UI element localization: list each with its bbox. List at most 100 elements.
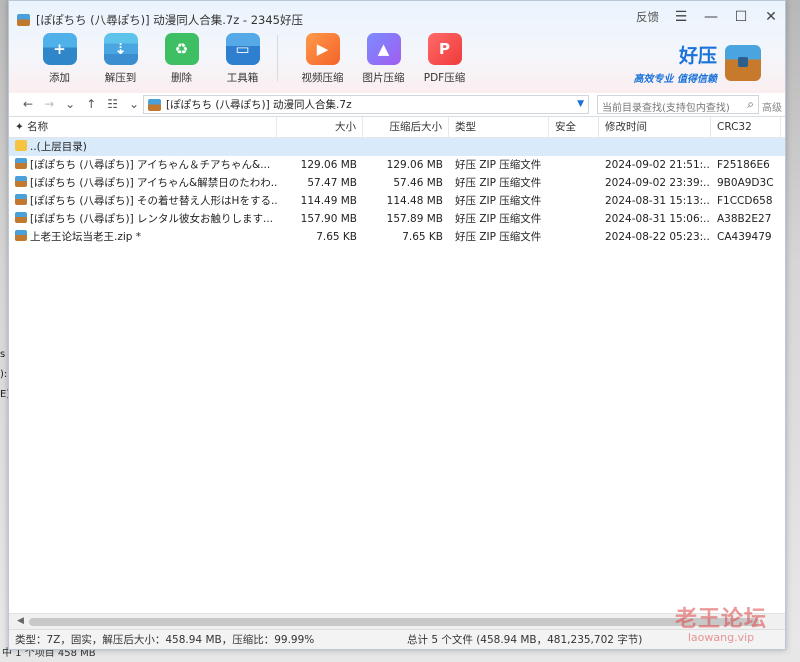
- extra-cell: L: [781, 156, 785, 174]
- scrollbar-thumb[interactable]: [29, 618, 759, 626]
- zip-file-icon: [15, 194, 27, 205]
- modified-cell: 2024-09-02 21:51:...: [605, 159, 711, 171]
- table-row[interactable]: ..(上层目录): [9, 138, 785, 156]
- type-cell: 好压 ZIP 压缩文件: [455, 213, 542, 225]
- brand-name: 好压: [678, 45, 717, 67]
- close-icon[interactable]: ✕: [763, 9, 779, 25]
- file-name-cell: [ぽぽちち (八尋ぽち)] アイちゃん&解禁日のたわわ...: [9, 174, 277, 192]
- crc-cell: F25186E6: [717, 159, 770, 171]
- brand-block: 好压 高效专业 值得信赖: [634, 41, 761, 85]
- file-total-status: 总计 5 个文件 (458.94 MB，481,235,702 字节): [407, 634, 643, 646]
- add-button[interactable]: + 添加: [29, 33, 90, 85]
- up-arrow-icon[interactable]: ↑: [86, 97, 96, 111]
- type-cell: 好压 ZIP 压缩文件: [455, 231, 542, 243]
- watermark-url: laowang.vip: [687, 631, 755, 644]
- packed-size-cell: 114.48 MB: [386, 195, 443, 207]
- file-list: ..(上层目录) [ぽぽちち (八尋ぽち)] アイちゃん＆チアちゃん&... 1…: [9, 138, 785, 246]
- toolbar-divider: [277, 35, 278, 81]
- column-header-type[interactable]: 类型: [449, 117, 549, 138]
- zip-file-icon: [15, 212, 27, 223]
- archive-window: [ぽぽちち (八尋ぽち)] 动漫同人合集.7z - 2345好压 反馈 ☰ — …: [8, 0, 786, 650]
- toolbox-icon: ▭: [225, 33, 260, 65]
- advanced-search-link[interactable]: 高级: [762, 99, 782, 114]
- search-input[interactable]: 当前目录查找(支持包内查找) ⌕: [597, 95, 759, 114]
- toolbox-button[interactable]: ▭ 工具箱: [212, 33, 273, 85]
- horizontal-scrollbar[interactable]: ◀: [9, 613, 785, 629]
- brand-logo-icon: [725, 45, 761, 81]
- add-archive-icon: +: [42, 33, 77, 65]
- pdf-compress-icon: P: [427, 33, 462, 65]
- zip-file-icon: [15, 158, 27, 169]
- brand-slogan: 高效专业 值得信赖: [633, 74, 717, 85]
- add-label: 添加: [49, 72, 70, 84]
- folder-icon: [15, 140, 27, 151]
- delete-icon: ♻: [164, 33, 199, 65]
- window-title: [ぽぽちち (八尋ぽち)] 动漫同人合集.7z - 2345好压: [17, 12, 303, 28]
- size-cell: 57.47 MB: [307, 177, 357, 189]
- column-header-packed-size[interactable]: 压缩后大小: [363, 117, 449, 138]
- maximize-icon[interactable]: ☐: [733, 9, 749, 25]
- type-cell: 好压 ZIP 压缩文件: [455, 195, 542, 207]
- file-name-cell: [ぽぽちち (八尋ぽち)] アイちゃん＆チアちゃん&...: [9, 156, 277, 174]
- table-row[interactable]: [ぽぽちち (八尋ぽち)] その着せ替え人形はHをする... 114.49 MB…: [9, 192, 785, 210]
- status-bar: 类型：7Z，固实，解压后大小：458.94 MB，压缩比：99.99% 总计 5…: [9, 629, 785, 649]
- column-header-size[interactable]: 大小: [277, 117, 363, 138]
- column-header-name[interactable]: ✦ 名称: [9, 117, 277, 138]
- type-cell: 好压 ZIP 压缩文件: [455, 159, 542, 171]
- extract-label: 解压到: [104, 72, 137, 84]
- video-compress-icon: ▶: [305, 33, 340, 65]
- extra-cell: L: [781, 210, 785, 228]
- zip-file-icon: [15, 176, 27, 187]
- table-row[interactable]: [ぽぽちち (八尋ぽち)] アイちゃん＆チアちゃん&... 129.06 MB …: [9, 156, 785, 174]
- forward-arrow-icon[interactable]: →: [44, 97, 54, 111]
- delete-button[interactable]: ♻ 删除: [151, 33, 212, 85]
- video-compress-label: 视频压缩: [301, 72, 344, 84]
- file-name-cell: 上老王论坛当老王.zip *: [9, 228, 277, 246]
- path-field[interactable]: [ぽぽちち (八尋ぽち)] 动漫同人合集.7z ▼: [143, 95, 589, 114]
- address-bar: ← → ⌄ ↑ ☷ ⌄ [ぽぽちち (八尋ぽち)] 动漫同人合集.7z ▼ 当前…: [9, 93, 785, 117]
- table-row[interactable]: [ぽぽちち (八尋ぽち)] アイちゃん&解禁日のたわわ... 57.47 MB …: [9, 174, 785, 192]
- packed-size-cell: 157.89 MB: [386, 213, 443, 225]
- packed-size-cell: 129.06 MB: [386, 159, 443, 171]
- archive-path-icon: [148, 98, 161, 111]
- column-header-crc32[interactable]: CRC32: [711, 117, 781, 138]
- scroll-left-icon[interactable]: ◀: [17, 616, 24, 626]
- path-text: [ぽぽちち (八尋ぽち)] 动漫同人合集.7z: [166, 99, 352, 111]
- archive-app-icon: [17, 14, 30, 26]
- minimize-icon[interactable]: —: [703, 9, 719, 25]
- crc-cell: CA439479: [717, 231, 772, 243]
- image-compress-button[interactable]: ▲ 图片压缩: [353, 33, 414, 85]
- view-mode-icon[interactable]: ☷: [107, 97, 118, 111]
- pdf-compress-button[interactable]: P PDF压缩: [414, 33, 475, 85]
- title-bar: [ぽぽちち (八尋ぽち)] 动漫同人合集.7z - 2345好压 反馈 ☰ — …: [9, 1, 785, 93]
- image-compress-label: 图片压缩: [362, 72, 405, 84]
- column-header-modified[interactable]: 修改时间: [599, 117, 711, 138]
- column-header-extra[interactable]: L: [781, 117, 785, 138]
- column-header-safety[interactable]: 安全: [549, 117, 599, 138]
- nav-buttons: ← → ⌄ ↑ ☷ ⌄: [23, 97, 139, 111]
- pdf-compress-label: PDF压缩: [423, 72, 466, 84]
- table-row[interactable]: 上老王论坛当老王.zip * 7.65 KB 7.65 KB 好压 ZIP 压缩…: [9, 228, 785, 246]
- archive-info-status: 类型：7Z，固实，解压后大小：458.94 MB，压缩比：99.99%: [15, 634, 315, 646]
- menu-icon[interactable]: ☰: [673, 9, 689, 25]
- packed-size-cell: 57.46 MB: [393, 177, 443, 189]
- view-dropdown-icon[interactable]: ⌄: [129, 97, 139, 111]
- extract-icon: ⇣: [103, 33, 138, 65]
- feedback-link[interactable]: 反馈: [636, 9, 659, 25]
- crc-cell: 9B0A9D3C: [717, 177, 774, 189]
- packed-size-cell: 7.65 KB: [402, 231, 443, 243]
- path-dropdown-icon[interactable]: ▼: [577, 99, 584, 109]
- table-row[interactable]: [ぽぽちち (八尋ぽち)] レンタル彼女お触りします... 157.90 MB …: [9, 210, 785, 228]
- video-compress-button[interactable]: ▶ 视频压缩: [292, 33, 353, 85]
- file-list-header: ✦ 名称 大小 压缩后大小 类型 安全 修改时间 CRC32 L: [9, 117, 785, 138]
- history-dropdown-icon[interactable]: ⌄: [65, 97, 75, 111]
- crc-cell: A38B2E27: [717, 213, 772, 225]
- zip-file-icon: [15, 230, 27, 241]
- crc-cell: F1CCD658: [717, 195, 773, 207]
- back-arrow-icon[interactable]: ←: [23, 97, 33, 111]
- extra-cell: L: [781, 192, 785, 210]
- type-cell: 好压 ZIP 压缩文件: [455, 177, 542, 189]
- extract-button[interactable]: ⇣ 解压到: [90, 33, 151, 85]
- size-cell: 114.49 MB: [300, 195, 357, 207]
- search-icon[interactable]: ⌕: [747, 97, 754, 112]
